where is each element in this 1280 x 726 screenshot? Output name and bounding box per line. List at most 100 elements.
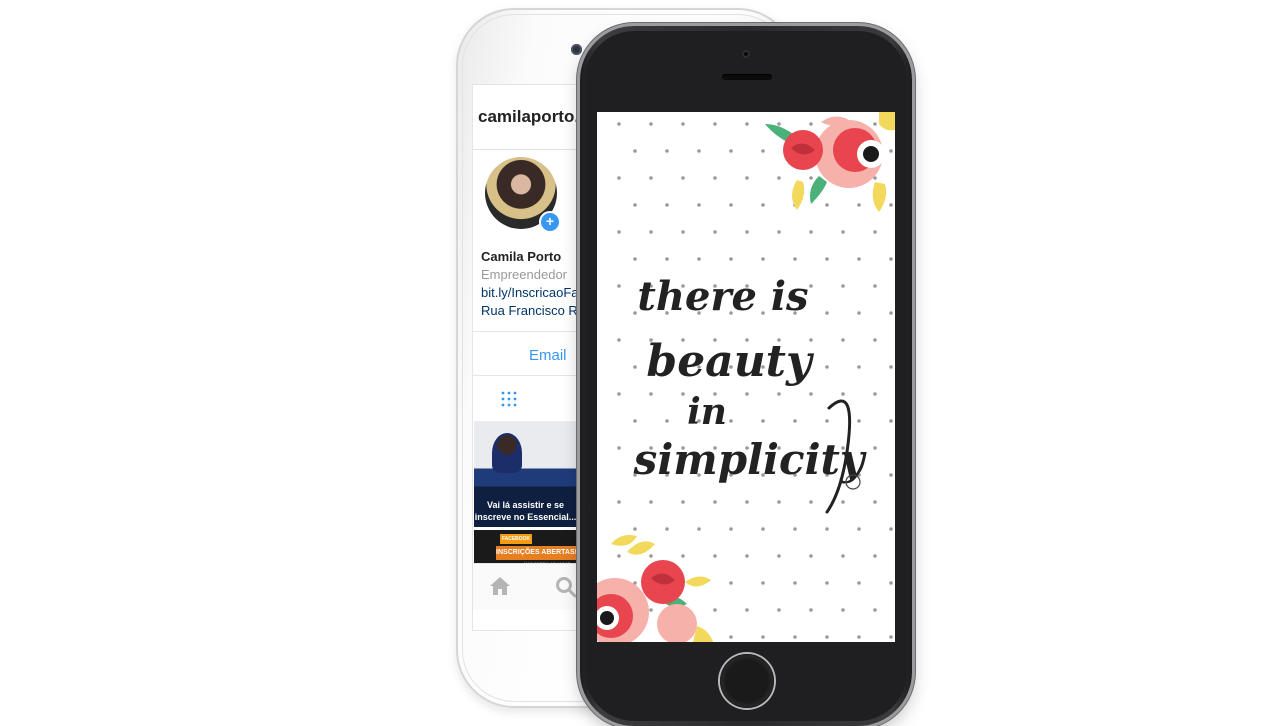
polka-dot — [617, 446, 621, 450]
polka-dot — [729, 635, 733, 639]
polka-dot — [873, 122, 877, 126]
polka-dot — [665, 203, 669, 207]
polka-dot — [649, 122, 653, 126]
flower-cluster-top-right — [765, 112, 895, 212]
polka-dot — [873, 392, 877, 396]
polka-dot — [793, 419, 797, 423]
polka-dot — [745, 230, 749, 234]
polka-dot — [889, 257, 893, 261]
email-button[interactable]: Email — [529, 347, 567, 364]
polka-dot — [697, 203, 701, 207]
polka-dot — [889, 581, 893, 585]
home-icon[interactable] — [489, 576, 511, 596]
polka-dot — [697, 527, 701, 531]
polka-dot — [713, 230, 717, 234]
polka-dot — [761, 257, 765, 261]
search-icon[interactable] — [555, 576, 577, 598]
polka-dot — [841, 500, 845, 504]
polka-dot — [761, 581, 765, 585]
polka-dot — [713, 500, 717, 504]
post-tag: FACEBOOK — [500, 534, 532, 544]
black-iphone: there is beauty in simplicity — [580, 26, 912, 726]
polka-dot — [617, 554, 621, 558]
polka-dot — [633, 365, 637, 369]
polka-dot — [889, 635, 893, 639]
polka-dot — [729, 149, 733, 153]
polka-dot — [649, 230, 653, 234]
polka-dot — [729, 581, 733, 585]
polka-dot — [681, 500, 685, 504]
grid-view-icon[interactable] — [501, 391, 517, 407]
lettering-line-2: beauty — [646, 336, 815, 387]
polka-dot — [873, 500, 877, 504]
polka-dot — [681, 230, 685, 234]
polka-dot — [777, 230, 781, 234]
profile-address[interactable]: Rua Francisco Ro — [481, 303, 585, 318]
polka-dot — [857, 365, 861, 369]
polka-dot — [745, 122, 749, 126]
polka-dot — [841, 338, 845, 342]
polka-dot — [777, 500, 781, 504]
wallpaper-screen: there is beauty in simplicity — [597, 112, 895, 642]
polka-dot — [649, 176, 653, 180]
polka-dot — [809, 284, 813, 288]
polka-dot — [793, 257, 797, 261]
profile-link[interactable]: bit.ly/InscricaoFa — [481, 285, 585, 300]
polka-dot — [777, 392, 781, 396]
polka-dot — [873, 284, 877, 288]
polka-dot — [777, 554, 781, 558]
polka-dot — [761, 203, 765, 207]
profile-bio: Camila Porto Empreendedor bit.ly/Inscric… — [481, 249, 585, 321]
profile-category: Empreendedor — [481, 267, 567, 282]
polka-dot — [809, 230, 813, 234]
polka-dot — [761, 635, 765, 639]
polka-dot — [809, 554, 813, 558]
post-grid: Vai lá assistir e se inscreve no Essenci… — [474, 421, 577, 570]
polka-dot — [745, 554, 749, 558]
hand-lettered-quote: there is beauty in simplicity — [633, 273, 867, 484]
polka-dot — [745, 176, 749, 180]
polka-dot — [745, 608, 749, 612]
polka-dot — [681, 122, 685, 126]
polka-dot — [617, 122, 621, 126]
home-button[interactable] — [720, 654, 774, 708]
polka-dot — [633, 257, 637, 261]
polka-dot — [729, 527, 733, 531]
polka-dot — [649, 608, 653, 612]
flower-cluster-bottom-left — [597, 535, 713, 642]
wallpaper-artwork: there is beauty in simplicity — [597, 112, 895, 642]
add-story-plus-icon[interactable]: + — [539, 211, 561, 233]
polka-dot — [633, 419, 637, 423]
front-camera — [742, 50, 750, 58]
polka-dot — [857, 635, 861, 639]
polka-dot — [809, 122, 813, 126]
polka-dot — [889, 527, 893, 531]
polka-dot — [857, 581, 861, 585]
polka-dot — [857, 419, 861, 423]
polka-dot — [617, 392, 621, 396]
polka-dot — [825, 419, 829, 423]
polka-dot — [889, 203, 893, 207]
polka-dot — [617, 230, 621, 234]
polka-dot — [873, 230, 877, 234]
lettering-line-1: there is — [637, 273, 808, 320]
polka-dot — [761, 149, 765, 153]
polka-dot — [633, 203, 637, 207]
polka-dot — [649, 554, 653, 558]
polka-dot — [873, 608, 877, 612]
polka-dot — [729, 419, 733, 423]
polka-dot — [841, 230, 845, 234]
polka-dot — [665, 149, 669, 153]
polka-dot — [809, 176, 813, 180]
post-banner: INSCRIÇÕES ABERTAS! — [496, 546, 577, 560]
white-phone-camera — [571, 44, 582, 55]
polka-dot — [873, 338, 877, 342]
polka-dot — [617, 176, 621, 180]
polka-dot — [649, 500, 653, 504]
profile-username-header: camilaporto.c — [478, 107, 589, 126]
polka-dot — [825, 527, 829, 531]
polka-dot — [857, 257, 861, 261]
polka-dot — [889, 473, 893, 477]
post-thumbnail[interactable]: Vai lá assistir e se inscreve no Essenci… — [474, 421, 577, 527]
polka-dot — [665, 419, 669, 423]
